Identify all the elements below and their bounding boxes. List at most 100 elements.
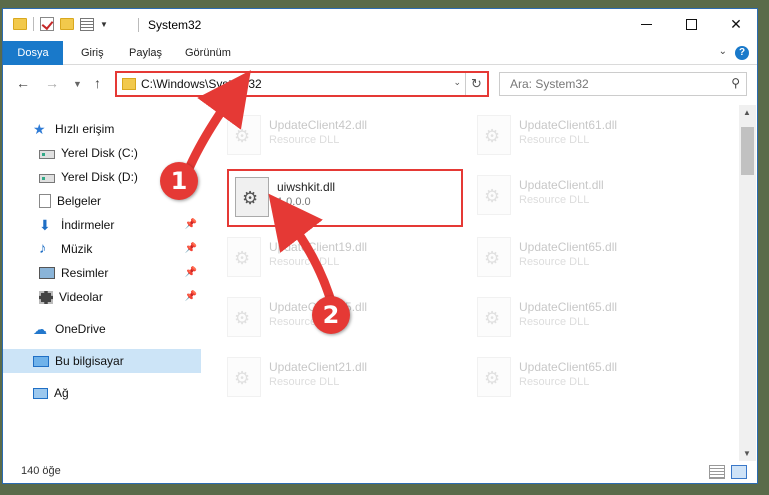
navigation-pane: ★ Hızlı erişim Yerel Disk (C:) Yerel Dis… xyxy=(3,105,203,461)
tab-file[interactable]: Dosya xyxy=(3,41,63,65)
nav-item-label: Belgeler xyxy=(57,194,102,208)
scrollbar-thumb[interactable] xyxy=(741,127,754,175)
dll-file-icon xyxy=(227,237,261,277)
folder-icon[interactable] xyxy=(13,18,27,30)
file-item[interactable]: UpdateClient61.dll Resource DLL xyxy=(471,109,711,161)
file-name: UpdateClient61.dll xyxy=(519,118,618,132)
forward-arrow-icon[interactable]: → xyxy=(45,75,59,91)
back-arrow-icon[interactable]: ← xyxy=(16,75,30,91)
file-item-highlighted[interactable]: uiwshkit.dll 1.0.0.0 xyxy=(227,169,463,227)
file-name: UpdateClient65.dll xyxy=(519,300,618,314)
file-type: Resource DLL xyxy=(519,256,590,268)
music-icon: ♪ xyxy=(39,240,47,257)
search-icon[interactable]: ⚲ xyxy=(731,76,740,90)
nav-item-label: Müzik xyxy=(61,242,93,256)
step-marker-2: 2 xyxy=(312,296,350,334)
nav-item-onedrive[interactable]: ☁ OneDrive xyxy=(3,317,201,341)
maximize-icon xyxy=(685,18,697,30)
nav-item-network[interactable]: Ağ xyxy=(3,381,201,405)
divider xyxy=(33,17,34,31)
file-type: Resource DLL xyxy=(269,256,340,268)
file-name: UpdateClient21.dll xyxy=(269,360,368,374)
recent-locations-chevron-icon[interactable]: ▼ xyxy=(73,79,82,89)
search-input[interactable]: Ara: System32 ⚲ xyxy=(499,72,747,96)
nav-item-pictures[interactable]: Resimler 📌 xyxy=(3,261,201,285)
maximize-button[interactable] xyxy=(668,9,714,39)
pin-icon[interactable]: 📌 xyxy=(185,291,197,302)
file-item[interactable]: UpdateClient65.dll Resource DLL xyxy=(471,291,711,343)
close-button[interactable]: ✕ xyxy=(713,9,759,39)
nav-item-videos[interactable]: Videolar 📌 xyxy=(3,285,201,309)
scroll-down-arrow-icon[interactable]: ▼ xyxy=(743,449,751,458)
nav-item-downloads[interactable]: ⬇ İndirmeler 📌 xyxy=(3,213,201,237)
dll-file-icon xyxy=(227,115,261,155)
star-icon: ★ xyxy=(33,121,46,137)
file-item[interactable]: UpdateClient65.dll Resource DLL xyxy=(471,231,711,283)
drive-icon xyxy=(39,149,55,159)
nav-item-label: Hızlı erişim xyxy=(55,122,115,136)
pin-icon[interactable]: 📌 xyxy=(185,243,197,254)
file-item[interactable]: UpdateClient65.dll Resource DLL xyxy=(471,351,711,403)
cloud-icon: ☁ xyxy=(33,321,47,337)
pictures-icon xyxy=(39,267,55,279)
file-item[interactable]: UpdateClient19.dll Resource DLL xyxy=(221,231,461,283)
nav-item-this-pc[interactable]: Bu bilgisayar xyxy=(3,349,201,373)
pin-icon[interactable]: 📌 xyxy=(185,267,197,278)
refresh-icon[interactable]: ↻ xyxy=(465,73,487,95)
minimize-icon xyxy=(640,23,652,25)
customize-toolbar-chevron-icon[interactable]: ▼ xyxy=(100,20,108,29)
file-name: UpdateClient19.dll xyxy=(269,240,368,254)
help-icon[interactable]: ? xyxy=(735,46,749,60)
download-icon: ⬇ xyxy=(39,217,51,233)
details-view-icon[interactable] xyxy=(709,465,725,479)
file-item[interactable]: UpdateClient21.dll Resource DLL xyxy=(221,351,461,403)
folder-icon xyxy=(122,78,136,90)
nav-item-label: Yerel Disk (C:) xyxy=(61,146,138,160)
tab-share[interactable]: Paylaş xyxy=(115,41,176,65)
dll-file-icon xyxy=(477,357,511,397)
minimize-button[interactable] xyxy=(623,9,669,39)
address-bar[interactable]: C:\Windows\System32 ⌄ ↻ xyxy=(115,71,489,97)
pin-icon[interactable]: 📌 xyxy=(185,219,197,230)
nav-item-quick-access[interactable]: ★ Hızlı erişim xyxy=(3,117,201,141)
tab-view[interactable]: Görünüm xyxy=(171,41,245,65)
divider xyxy=(138,18,139,32)
vertical-scrollbar[interactable]: ▲ ▼ xyxy=(739,105,756,461)
file-name: UpdateClient65.dll xyxy=(519,240,618,254)
file-name: UpdateClient65.dll xyxy=(519,360,618,374)
dll-file-icon xyxy=(235,177,269,217)
address-path[interactable]: C:\Windows\System32 xyxy=(141,77,262,91)
address-history-chevron-icon[interactable]: ⌄ xyxy=(453,77,461,88)
properties-check-icon[interactable] xyxy=(40,17,54,31)
nav-item-label: Yerel Disk (D:) xyxy=(61,170,138,184)
nav-item-label: Bu bilgisayar xyxy=(55,354,124,368)
up-arrow-icon[interactable]: ↑ xyxy=(94,75,101,91)
file-type: Resource DLL xyxy=(519,194,590,206)
dll-file-icon xyxy=(477,175,511,215)
close-icon: ✕ xyxy=(730,15,742,32)
nav-item-local-disk-c[interactable]: Yerel Disk (C:) xyxy=(3,141,201,165)
nav-item-label: İndirmeler xyxy=(61,218,115,232)
step-marker-1: 1 xyxy=(160,162,198,200)
large-icons-view-icon[interactable] xyxy=(731,465,747,479)
scroll-up-arrow-icon[interactable]: ▲ xyxy=(743,108,751,117)
nav-item-music[interactable]: ♪ Müzik 📌 xyxy=(3,237,201,261)
file-name: UpdateClient.dll xyxy=(519,178,604,192)
nav-item-label: Videolar xyxy=(59,290,103,304)
video-icon xyxy=(39,290,53,304)
file-item[interactable]: UpdateClient42.dll Resource DLL xyxy=(221,109,461,161)
dll-file-icon xyxy=(477,297,511,337)
file-type: Resource DLL xyxy=(519,316,590,328)
file-item[interactable]: UpdateClient.dll Resource DLL xyxy=(471,169,711,221)
new-folder-icon[interactable] xyxy=(60,18,74,30)
dll-file-icon xyxy=(227,357,261,397)
status-bar: 140 öğe xyxy=(3,461,757,483)
expand-ribbon-chevron-icon[interactable]: ⌄ xyxy=(719,46,727,57)
dll-file-icon xyxy=(227,297,261,337)
tab-home[interactable]: Giriş xyxy=(67,41,118,65)
navigation-row: ← → ▼ ↑ C:\Windows\System32 ⌄ ↻ Ara: Sys… xyxy=(3,66,757,102)
properties-icon[interactable] xyxy=(80,17,94,31)
search-placeholder: Ara: System32 xyxy=(510,77,589,91)
file-name: uiwshkit.dll xyxy=(277,180,336,194)
nav-item-label: Resimler xyxy=(61,266,109,280)
